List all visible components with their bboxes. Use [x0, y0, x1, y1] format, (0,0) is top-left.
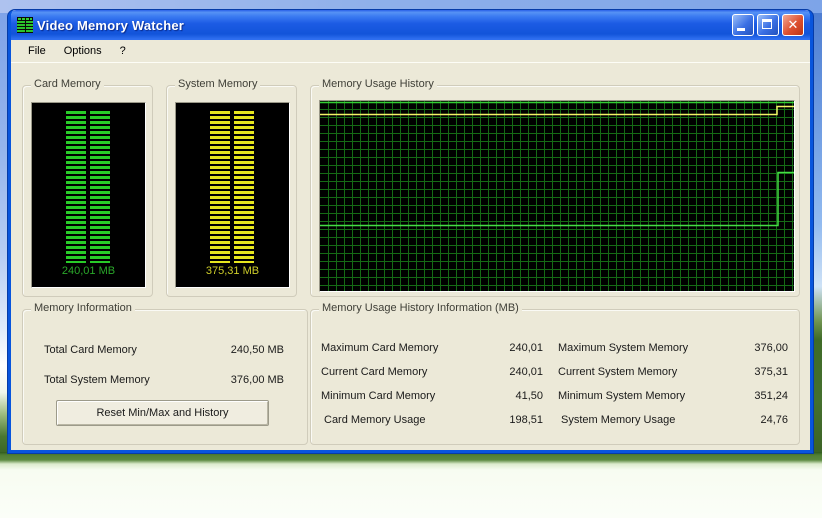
current-system-memory-value: 375,31 [754, 366, 788, 378]
desktop-grass [0, 452, 822, 518]
maximize-button[interactable] [757, 14, 779, 36]
window-controls: ✕ [732, 14, 804, 36]
reset-minmax-history-button[interactable]: Reset Min/Max and History [56, 400, 269, 426]
total-system-memory-label: Total System Memory [44, 374, 150, 386]
card-memory-bar [66, 111, 110, 263]
menu-file[interactable]: File [19, 43, 55, 59]
min-card-memory-row: Minimum Card Memory 41,50 [321, 386, 543, 406]
card-memory-group: Card Memory 240,01 MB [22, 78, 153, 297]
min-system-memory-row: Minimum System Memory 351,24 [558, 386, 788, 406]
memory-usage-history-label: Memory Usage History [319, 78, 437, 90]
minimize-button[interactable] [732, 14, 754, 36]
card-memory-barzone [66, 111, 110, 263]
total-system-memory-value: 376,00 MB [230, 374, 284, 386]
memory-usage-history-graph [319, 100, 795, 292]
total-system-memory-row: Total System Memory 376,00 MB [44, 370, 284, 390]
total-card-memory-label: Total Card Memory [44, 344, 137, 356]
min-system-memory-value: 351,24 [754, 390, 788, 402]
memory-usage-history-group: Memory Usage History [310, 78, 800, 297]
card-memory-usage-value: 198,51 [509, 414, 543, 426]
minimize-icon [737, 28, 745, 31]
window-title: Video Memory Watcher [37, 17, 185, 33]
card-memory-gauge: 240,01 MB [31, 102, 146, 288]
current-system-memory-row: Current System Memory 375,31 [558, 362, 788, 382]
max-card-memory-row: Maximum Card Memory 240,01 [321, 338, 543, 358]
current-system-memory-label: Current System Memory [558, 366, 678, 378]
system-memory-group-label: System Memory [175, 78, 261, 90]
system-memory-value: 375,31 MB [205, 265, 260, 277]
total-card-memory-value: 240,50 MB [230, 344, 284, 356]
min-card-memory-value: 41,50 [515, 390, 543, 402]
dialog-body: Card Memory 240,01 MB System Memory 375,… [11, 63, 810, 449]
max-card-memory-label: Maximum Card Memory [321, 342, 439, 354]
system-memory-gauge: 375,31 MB [175, 102, 290, 288]
screen: Video Memory Watcher ✕ File Options ? Ca… [0, 0, 822, 518]
app-icon [17, 17, 33, 33]
card-memory-group-label: Card Memory [31, 78, 104, 90]
history-information-label: Memory Usage History Information (MB) [319, 302, 522, 314]
desktop-left-strip [0, 13, 8, 454]
system-memory-usage-row: System Memory Usage 24,76 [558, 410, 788, 430]
history-information-group: Memory Usage History Information (MB) Ma… [310, 302, 800, 445]
memory-information-group: Memory Information Total Card Memory 240… [22, 302, 308, 445]
system-memory-group: System Memory 375,31 MB [166, 78, 297, 297]
system-memory-barzone [210, 111, 254, 263]
app-window: Video Memory Watcher ✕ File Options ? Ca… [8, 10, 813, 453]
card-memory-value: 240,01 MB [61, 265, 116, 277]
memory-information-label: Memory Information [31, 302, 135, 314]
desktop-right-strip [813, 13, 822, 454]
min-system-memory-label: Minimum System Memory [558, 390, 686, 402]
max-system-memory-value: 376,00 [754, 342, 788, 354]
titlebar[interactable]: Video Memory Watcher ✕ [11, 10, 810, 40]
menubar: File Options ? [11, 40, 810, 63]
current-card-memory-label: Current Card Memory [321, 366, 428, 378]
system-memory-usage-label: System Memory Usage [561, 414, 676, 426]
card-memory-usage-row: Card Memory Usage 198,51 [321, 410, 543, 430]
menu-help[interactable]: ? [111, 43, 135, 59]
total-card-memory-row: Total Card Memory 240,50 MB [44, 340, 284, 360]
close-button[interactable]: ✕ [782, 14, 804, 36]
max-system-memory-label: Maximum System Memory [558, 342, 689, 354]
close-icon: ✕ [787, 17, 799, 32]
max-system-memory-row: Maximum System Memory 376,00 [558, 338, 788, 358]
system-memory-bar [210, 111, 254, 263]
max-card-memory-value: 240,01 [509, 342, 543, 354]
current-card-memory-row: Current Card Memory 240,01 [321, 362, 543, 382]
system-memory-usage-value: 24,76 [760, 414, 788, 426]
current-card-memory-value: 240,01 [509, 366, 543, 378]
card-memory-usage-label: Card Memory Usage [324, 414, 426, 426]
menu-options[interactable]: Options [55, 43, 111, 59]
min-card-memory-label: Minimum Card Memory [321, 390, 436, 402]
history-graph-canvas [320, 101, 794, 291]
maximize-icon [762, 19, 772, 29]
